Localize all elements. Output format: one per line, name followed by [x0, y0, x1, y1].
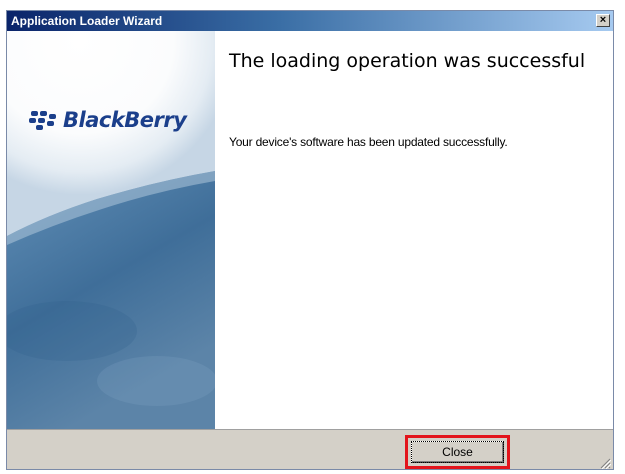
- close-button-highlight: Close: [405, 435, 510, 469]
- title-bar: Application Loader Wizard ×: [7, 11, 613, 31]
- close-window-button[interactable]: ×: [596, 14, 610, 27]
- result-message: Your device's software has been updated …: [229, 135, 508, 149]
- blackberry-logo: BlackBerry: [29, 105, 187, 135]
- blackberry-logo-text: BlackBerry: [63, 108, 187, 132]
- blackberry-logo-icon: [29, 111, 56, 130]
- button-bar: Close: [7, 429, 613, 469]
- close-icon: ×: [599, 14, 607, 26]
- result-heading: The loading operation was successful: [229, 50, 586, 72]
- brand-side-panel: BlackBerry: [7, 31, 215, 429]
- wizard-window: Application Loader Wizard × BlackBerry T…: [6, 10, 614, 470]
- side-panel-artwork: [7, 31, 215, 429]
- resize-grip-icon[interactable]: [599, 457, 611, 469]
- content-area: The loading operation was successful You…: [215, 31, 613, 429]
- close-button[interactable]: Close: [411, 441, 504, 463]
- window-title: Application Loader Wizard: [11, 14, 163, 28]
